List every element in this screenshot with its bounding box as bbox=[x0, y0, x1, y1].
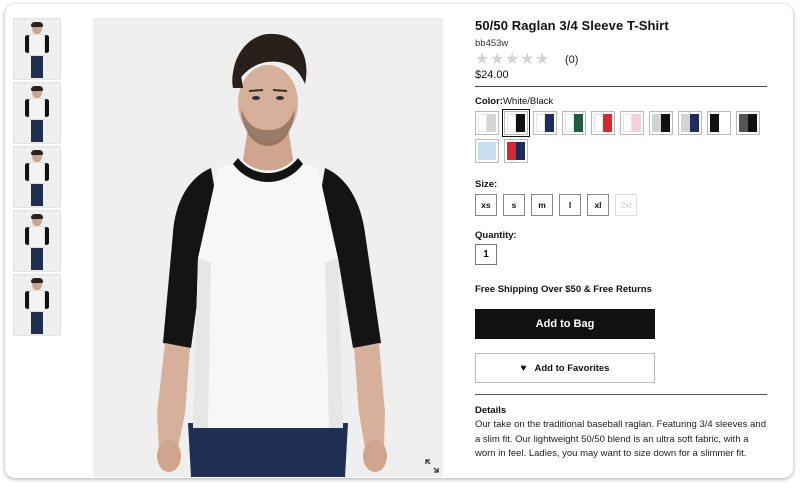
size-selector: Size: xs s m l xl 2xl bbox=[475, 179, 775, 216]
thumbnail-model-image bbox=[24, 278, 50, 335]
expand-icon[interactable] bbox=[425, 459, 439, 473]
color-swatch[interactable] bbox=[707, 111, 731, 135]
add-to-bag-button[interactable]: Add to Bag bbox=[475, 309, 655, 339]
details-description: Our take on the traditional baseball rag… bbox=[475, 419, 766, 459]
thumbnail-model-image bbox=[24, 214, 50, 271]
color-swatch[interactable] bbox=[649, 111, 673, 135]
thumbnail-side[interactable] bbox=[13, 146, 61, 208]
divider bbox=[475, 86, 767, 87]
color-swatch[interactable] bbox=[562, 111, 586, 135]
color-swatch[interactable] bbox=[502, 109, 530, 137]
thumbnail-list bbox=[13, 18, 65, 338]
quantity-label: Quantity: bbox=[475, 230, 517, 241]
size-label: Size: bbox=[475, 179, 498, 190]
size-options: xs s m l xl 2xl bbox=[475, 194, 775, 216]
quantity-selector: Quantity: 1 bbox=[475, 230, 775, 265]
product-info: 50/50 Raglan 3/4 Sleeve T-Shirt bb453w ★… bbox=[475, 18, 775, 462]
color-label: Color:White/Black bbox=[475, 96, 554, 107]
color-swatch[interactable] bbox=[533, 111, 557, 135]
star-icon: ★ bbox=[475, 51, 490, 68]
add-to-favorites-label: Add to Favorites bbox=[534, 362, 610, 374]
product-title: 50/50 Raglan 3/4 Sleeve T-Shirt bbox=[475, 18, 669, 33]
add-to-favorites-button[interactable]: ♥ Add to Favorites bbox=[475, 353, 655, 383]
size-option-m[interactable]: m bbox=[531, 194, 553, 216]
thumbnail-model-image bbox=[24, 86, 50, 143]
size-option-l[interactable]: l bbox=[559, 194, 581, 216]
quantity-field[interactable]: 1 bbox=[475, 244, 497, 265]
thumbnail-three-quarter[interactable] bbox=[13, 82, 61, 144]
size-option-xl[interactable]: xl bbox=[587, 194, 609, 216]
size-option-s[interactable]: s bbox=[503, 194, 525, 216]
star-icon: ★ bbox=[520, 51, 535, 68]
divider bbox=[475, 394, 767, 395]
thumbnail-model-image bbox=[24, 22, 50, 79]
color-swatches bbox=[475, 109, 775, 165]
color-swatch[interactable] bbox=[504, 139, 528, 163]
color-swatch[interactable] bbox=[475, 139, 499, 163]
main-product-image[interactable] bbox=[93, 18, 443, 477]
size-option-2xl: 2xl bbox=[615, 194, 637, 216]
color-selector: Color:White/Black bbox=[475, 96, 775, 165]
details-heading: Details bbox=[475, 405, 507, 416]
star-rating: ★ ★ ★ ★ ★ bbox=[475, 51, 550, 68]
rating[interactable]: ★ ★ ★ ★ ★ (0) bbox=[475, 52, 775, 68]
color-swatch[interactable] bbox=[591, 111, 615, 135]
star-icon: ★ bbox=[490, 51, 505, 68]
thumbnail-back[interactable] bbox=[13, 210, 61, 272]
thumbnail-front[interactable] bbox=[13, 18, 61, 80]
star-icon: ★ bbox=[535, 51, 550, 68]
product-price: $24.00 bbox=[475, 69, 509, 81]
color-swatch[interactable] bbox=[736, 111, 760, 135]
selected-color: White/Black bbox=[502, 96, 554, 107]
size-option-xs[interactable]: xs bbox=[475, 194, 497, 216]
model-illustration bbox=[93, 18, 443, 477]
review-count[interactable]: (0) bbox=[565, 54, 578, 66]
shipping-notice: Free Shipping Over $50 & Free Returns bbox=[475, 284, 652, 295]
thumbnail-model-image bbox=[24, 150, 50, 207]
color-swatch[interactable] bbox=[620, 111, 644, 135]
star-icon: ★ bbox=[505, 51, 520, 68]
color-swatch[interactable] bbox=[475, 111, 499, 135]
color-swatch[interactable] bbox=[678, 111, 702, 135]
heart-icon: ♥ bbox=[520, 362, 527, 374]
thumbnail-full-body[interactable] bbox=[13, 274, 61, 336]
product-page: 50/50 Raglan 3/4 Sleeve T-Shirt bb453w ★… bbox=[5, 4, 793, 478]
product-sku: bb453w bbox=[475, 38, 509, 49]
